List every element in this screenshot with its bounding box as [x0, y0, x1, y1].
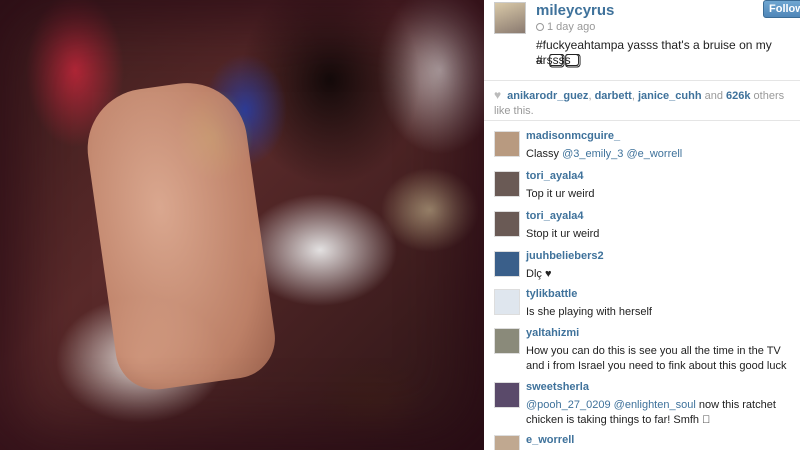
likes-count[interactable]: 626k — [726, 90, 750, 102]
comment-text: Top it ur weird — [526, 188, 595, 200]
follow-button[interactable]: Follow — [763, 0, 800, 18]
avatar[interactable] — [494, 2, 526, 34]
likes-and: and — [701, 90, 727, 102]
comment-avatar[interactable] — [494, 211, 520, 237]
comment-mention[interactable]: @enlighten_soul — [614, 399, 696, 411]
comment-text: Stop it ur weird — [526, 228, 600, 240]
post-time-text: 1 day ago — [547, 21, 596, 33]
divider — [484, 80, 800, 81]
comment-username[interactable]: tylikbattle — [526, 288, 577, 300]
comment-username[interactable]: tori_ayala4 — [526, 210, 583, 222]
clock-icon — [536, 23, 544, 31]
like-user[interactable]: janice_cuhh — [638, 90, 702, 102]
comment-text: How you can do this is see you all the t… — [526, 345, 787, 372]
comment-username[interactable]: juuhbeliebers2 — [526, 250, 604, 262]
post-header: mileycyrus 1 day ago Follow #fuckyeahtam… — [484, 0, 800, 80]
comment-username[interactable]: yaltahizmi — [526, 327, 579, 339]
like-user[interactable]: anikarodr_guez — [507, 90, 588, 102]
comment-mention[interactable]: @e_worrell — [626, 148, 682, 160]
divider — [484, 120, 800, 121]
caption-glyph: # — [536, 53, 545, 67]
comment-avatar[interactable] — [494, 435, 520, 450]
caption-glyphs: #⃣⃣⃣⃣ — [536, 53, 591, 68]
comment-avatar[interactable] — [494, 131, 520, 157]
comment-username[interactable]: tori_ayala4 — [526, 170, 583, 182]
comment-avatar[interactable] — [494, 289, 520, 315]
comment-mention[interactable]: @3_emily_3 — [562, 148, 623, 160]
comment-username[interactable]: madisonmcguire_ — [526, 130, 620, 142]
caption-glyph: ⃣⃣ — [558, 53, 561, 67]
comment-text: Is she playing with herself — [526, 306, 652, 318]
comment-text: Dlç ♥ — [526, 268, 552, 280]
comment-mention[interactable]: @pooh_27_0209 — [526, 399, 611, 411]
likes-summary: ♥ anikarodr_guez, darbett, janice_cuhh an… — [494, 88, 794, 119]
comment-avatar[interactable] — [494, 251, 520, 277]
post-details-panel: mileycyrus 1 day ago Follow #fuckyeahtam… — [484, 0, 800, 450]
author-username[interactable]: mileycyrus — [536, 2, 614, 19]
comment-avatar[interactable] — [494, 171, 520, 197]
caption-glyph: ⃣⃣ — [574, 53, 577, 67]
post-photo[interactable] — [0, 0, 484, 450]
like-user[interactable]: darbett — [595, 90, 632, 102]
comment-text: Classy @3_emily_3 @e_worrell — [526, 147, 798, 162]
comment-text-part: Classy — [526, 148, 563, 160]
comment-username[interactable]: e_worrell — [526, 434, 574, 446]
comment-text: @pooh_27_0209 @enlighten_soul now this r… — [526, 398, 798, 428]
comment-avatar[interactable] — [494, 328, 520, 354]
comment-avatar[interactable] — [494, 382, 520, 408]
photo-vignette — [0, 0, 484, 450]
comment-username[interactable]: sweetsherla — [526, 381, 589, 393]
post-time: 1 day ago — [536, 21, 595, 33]
heart-icon[interactable]: ♥ — [494, 88, 501, 103]
